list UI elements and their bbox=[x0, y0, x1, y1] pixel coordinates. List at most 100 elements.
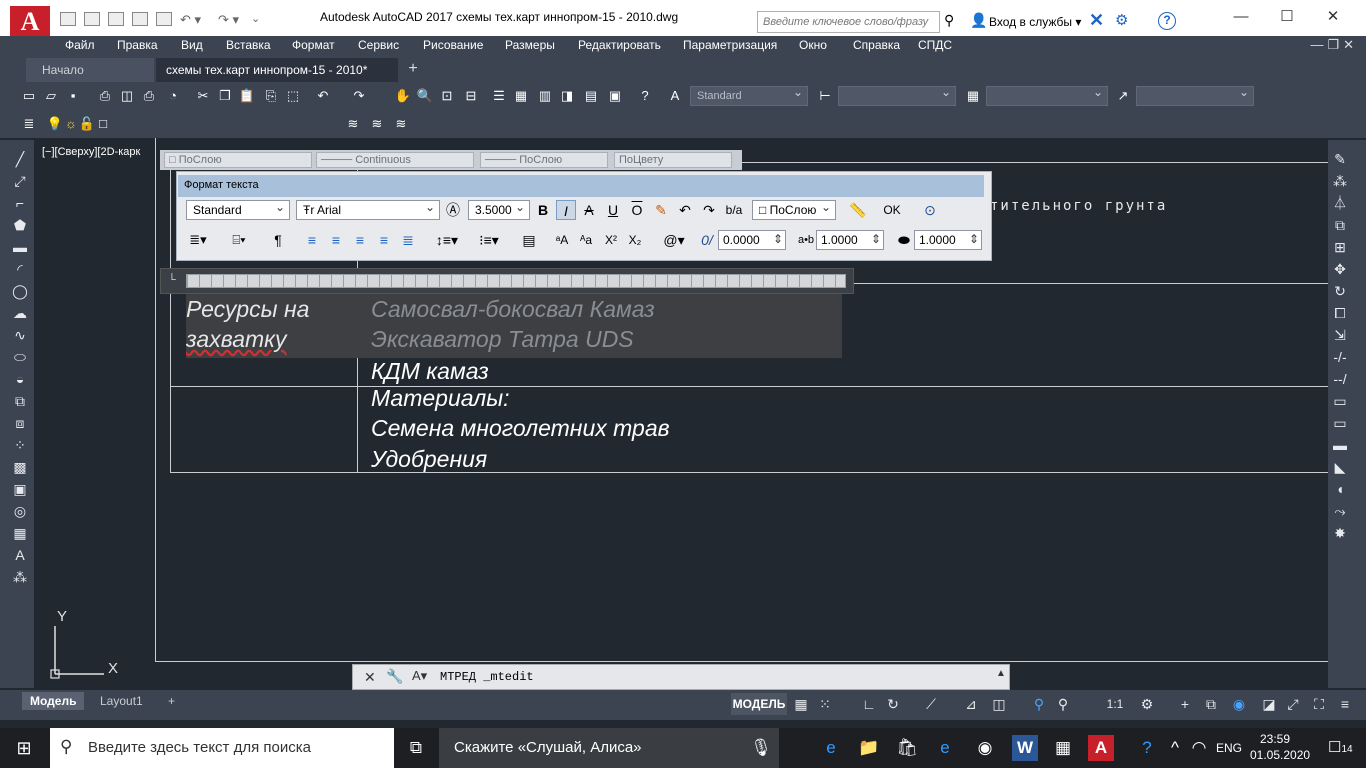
match-properties-icon[interactable]: ⎘ bbox=[262, 87, 280, 105]
ie-icon[interactable]: e bbox=[932, 735, 958, 761]
break-at-point-icon[interactable]: ▭ bbox=[1330, 392, 1350, 410]
font-combo[interactable]: Ŧr Arial bbox=[296, 200, 440, 220]
spline-icon[interactable]: ∿ bbox=[10, 326, 30, 344]
arc-icon[interactable]: ◜ bbox=[10, 260, 30, 278]
blend-icon[interactable]: ⤳ bbox=[1330, 502, 1350, 520]
annotative-icon[interactable]: Ⓐ bbox=[444, 200, 462, 220]
hatch-icon[interactable]: ▩ bbox=[10, 458, 30, 476]
save-as-icon[interactable] bbox=[132, 12, 148, 26]
close-button[interactable]: ✕ bbox=[1310, 6, 1356, 30]
object-snap-icon[interactable]: ◫ bbox=[990, 695, 1008, 713]
oblique-angle-input[interactable]: 0.0000 bbox=[718, 230, 786, 250]
design-center2-icon[interactable]: ▦ bbox=[512, 87, 530, 105]
menu-format[interactable]: Формат bbox=[292, 38, 335, 52]
paragraph-icon[interactable]: ¶ bbox=[268, 230, 288, 250]
copy-icon[interactable]: ❐ bbox=[216, 87, 234, 105]
store-icon[interactable]: 🛍 bbox=[894, 735, 920, 761]
calculator-icon[interactable]: ▣ bbox=[606, 87, 624, 105]
erase-icon[interactable]: ✎ bbox=[1330, 150, 1350, 168]
signin-button[interactable]: Вход в службы ▾ bbox=[989, 15, 1081, 29]
zoom-previous-icon[interactable]: ⊟ bbox=[462, 87, 480, 105]
polygon-icon[interactable]: ⬟ bbox=[10, 216, 30, 234]
annotation-scale[interactable]: 1:1 bbox=[1100, 695, 1130, 713]
markup-icon[interactable]: ▤ bbox=[582, 87, 600, 105]
grid-icon[interactable]: ▦ bbox=[792, 695, 810, 713]
distribute-icon[interactable]: ≣ bbox=[398, 230, 418, 250]
menu-tools[interactable]: Сервис bbox=[358, 38, 399, 52]
add-selected-icon[interactable]: ⁂ bbox=[10, 568, 30, 586]
overline-button[interactable]: O bbox=[628, 200, 646, 220]
strikethrough-button[interactable]: A bbox=[580, 200, 598, 220]
maximize-button[interactable]: ☐ bbox=[1264, 6, 1310, 30]
trim-icon[interactable]: -/- bbox=[1330, 348, 1350, 366]
copy-object-icon[interactable]: ⁂ bbox=[1330, 172, 1350, 190]
tab-layout1[interactable]: Layout1 bbox=[92, 692, 151, 710]
menu-modify[interactable]: Редактировать bbox=[578, 38, 661, 52]
exchange-apps-icon[interactable]: ✕ bbox=[1089, 10, 1104, 31]
save-icon[interactable] bbox=[108, 12, 124, 26]
units-icon[interactable]: ⧉ bbox=[1202, 695, 1220, 713]
binoculars-icon[interactable]: ⚲ bbox=[944, 12, 954, 29]
bold-button[interactable]: B bbox=[534, 200, 552, 220]
tab-stop-icon[interactable]: └ bbox=[168, 274, 176, 286]
point-icon[interactable]: ⁘ bbox=[10, 436, 30, 454]
color-combo[interactable]: □ ПоСлою bbox=[164, 152, 312, 168]
polyline-icon[interactable]: ⌐ bbox=[10, 194, 30, 212]
document-window-controls[interactable]: —❐✕ bbox=[1310, 37, 1358, 53]
lineweight-combo[interactable]: ──── ПоСлою bbox=[480, 152, 608, 168]
redo-text-icon[interactable]: ↷ bbox=[700, 200, 718, 220]
resources-label-line1[interactable]: Ресурсы на bbox=[186, 296, 309, 323]
align-right-icon[interactable]: ≡ bbox=[350, 230, 370, 250]
scale-icon[interactable]: ⧠ bbox=[1330, 304, 1350, 322]
redo-icon[interactable]: ↷ ▾ bbox=[218, 12, 239, 28]
add-layout-button[interactable]: + bbox=[160, 692, 183, 710]
print-icon[interactable] bbox=[156, 12, 172, 26]
linetype-combo[interactable]: ──── Continuous bbox=[316, 152, 474, 168]
isodraft-icon[interactable]: ⟋ bbox=[922, 695, 940, 713]
underline-button[interactable]: U bbox=[604, 200, 622, 220]
join-icon[interactable]: ▬ bbox=[1330, 436, 1350, 454]
ok-button[interactable]: OK bbox=[878, 200, 906, 220]
text-height-combo[interactable]: 3.5000 bbox=[468, 200, 530, 220]
stretch-icon[interactable]: ⇲ bbox=[1330, 326, 1350, 344]
line-spacing-icon[interactable]: ↕≡▾ bbox=[432, 230, 462, 250]
a360-icon[interactable]: ⚙ bbox=[1115, 11, 1128, 29]
tool-palettes-icon[interactable]: ▥ bbox=[536, 87, 554, 105]
graphics-performance-icon[interactable]: ◪ bbox=[1260, 695, 1278, 713]
construction-line-icon[interactable]: ⤢ bbox=[10, 172, 30, 190]
paste-icon[interactable]: 📋 bbox=[238, 87, 256, 105]
model-space-button[interactable]: МОДЕЛЬ bbox=[731, 693, 787, 715]
make-current-layer-icon[interactable]: ≋ bbox=[344, 115, 362, 133]
menu-help[interactable]: Справка bbox=[853, 38, 900, 52]
auto-scale-icon[interactable]: ⚲ bbox=[1054, 695, 1072, 713]
tab-model[interactable]: Модель bbox=[22, 692, 85, 710]
ruler-scale[interactable] bbox=[186, 274, 846, 288]
mtext-style-combo[interactable]: Standard bbox=[186, 200, 290, 220]
block-editor-icon[interactable]: ⬚ bbox=[284, 87, 302, 105]
menu-edit[interactable]: Правка bbox=[117, 38, 158, 52]
undo-text-icon[interactable]: ↶ bbox=[676, 200, 694, 220]
match-format-icon[interactable]: ✎ bbox=[652, 200, 670, 220]
menu-parametric[interactable]: Параметризация bbox=[683, 38, 777, 52]
tray-expand-icon[interactable]: ^ bbox=[1162, 735, 1188, 761]
region-icon[interactable]: ◎ bbox=[10, 502, 30, 520]
layer-states-icon[interactable]: ≋ bbox=[392, 115, 410, 133]
layer-color-icon[interactable]: □ bbox=[94, 115, 112, 133]
new-file-icon[interactable] bbox=[60, 12, 76, 26]
text-style-combo[interactable]: Standard bbox=[690, 86, 808, 106]
ellipse-arc-icon[interactable]: ◒ bbox=[10, 370, 30, 388]
osnap-icon[interactable]: ⊿ bbox=[962, 695, 980, 713]
resources-label-line2[interactable]: захватку bbox=[186, 326, 287, 353]
mtext-icon[interactable]: A bbox=[10, 546, 30, 564]
menu-insert[interactable]: Вставка bbox=[226, 38, 271, 52]
gradient-icon[interactable]: ▣ bbox=[10, 480, 30, 498]
autocad-taskbar-icon[interactable]: A bbox=[1088, 735, 1114, 761]
start-button[interactable]: ⊞ bbox=[0, 728, 48, 768]
move-icon[interactable]: ✥ bbox=[1330, 260, 1350, 278]
insert-field-icon[interactable]: ▤ bbox=[518, 230, 540, 250]
tracking-input[interactable]: 1.0000 bbox=[816, 230, 884, 250]
text-color-combo[interactable]: □ ПоСлою bbox=[752, 200, 836, 220]
clean-screen-icon[interactable]: ⤢ bbox=[1284, 695, 1302, 713]
viewport-controls[interactable]: [−][Сверху][2D-карк bbox=[42, 146, 140, 158]
width-factor-input[interactable]: 1.0000 bbox=[914, 230, 982, 250]
